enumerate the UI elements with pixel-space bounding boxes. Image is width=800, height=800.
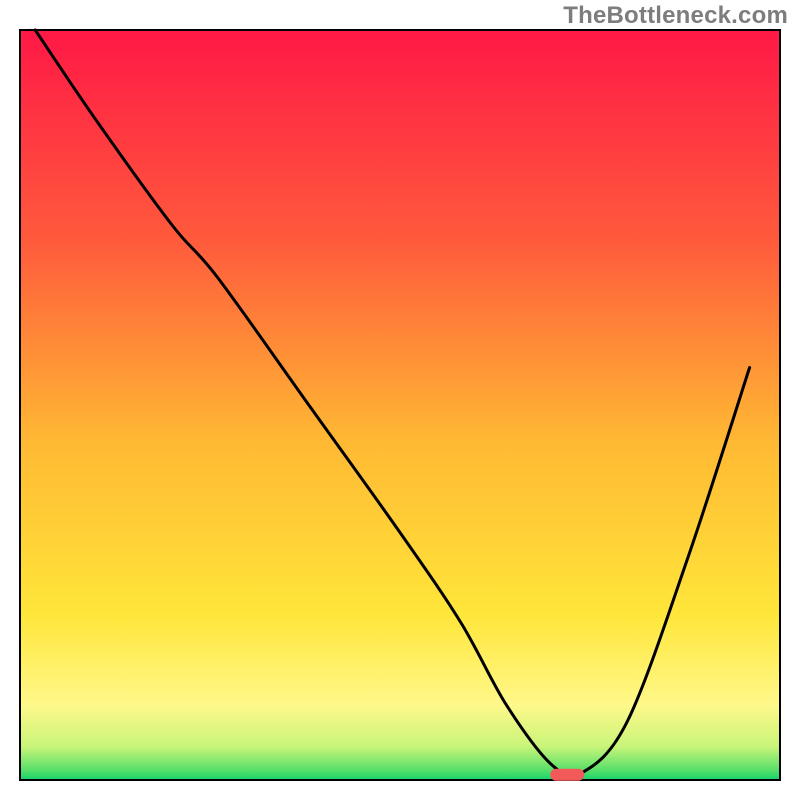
plot-background (20, 30, 780, 780)
chart-root: TheBottleneck.com (0, 0, 800, 800)
optimal-marker (550, 769, 584, 781)
chart-svg (0, 0, 800, 800)
